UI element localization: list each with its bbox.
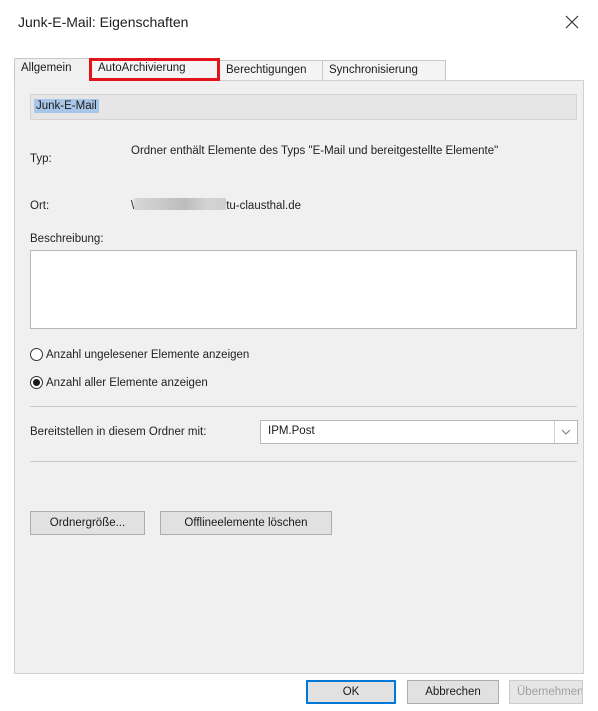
description-label: Beschreibung: <box>30 233 104 245</box>
redacted-block <box>134 198 227 210</box>
location-value: \ tu-clausthal.de <box>131 198 301 214</box>
separator <box>30 461 577 462</box>
clear-offline-items-button[interactable]: Offlineelemente löschen <box>160 511 332 535</box>
tab-allgemein[interactable]: Allgemein <box>14 58 90 81</box>
folder-name-field[interactable]: Junk-E-Mail <box>30 94 577 120</box>
folder-name-text: Junk-E-Mail <box>34 99 99 113</box>
type-label: Typ: <box>30 153 52 165</box>
radio-all-indicator[interactable] <box>30 376 43 389</box>
type-value: Ordner enthält Elemente des Typs "E-Mail… <box>131 145 499 157</box>
tab-synchronisierung[interactable]: Synchronisierung <box>322 60 446 80</box>
radio-unread-indicator[interactable] <box>30 348 43 361</box>
post-with-label: Bereitstellen in diesem Ordner mit: <box>30 426 207 438</box>
tab-berechtigungen[interactable]: Berechtigungen <box>219 60 323 80</box>
radio-unread-count[interactable]: Anzahl ungelesener Elemente anzeigen <box>30 348 249 361</box>
title-bar: Junk-E-Mail: Eigenschaften <box>0 0 598 48</box>
post-form-value: IPM.Post <box>268 425 315 437</box>
separator <box>30 406 577 407</box>
description-textarea[interactable] <box>30 250 577 329</box>
post-form-dropdown[interactable]: IPM.Post <box>260 420 578 444</box>
radio-all-count[interactable]: Anzahl aller Elemente anzeigen <box>30 376 208 389</box>
dropdown-arrow[interactable] <box>554 421 577 443</box>
window-title: Junk-E-Mail: Eigenschaften <box>18 14 189 30</box>
folder-size-button[interactable]: Ordnergröße... <box>30 511 145 535</box>
chevron-down-icon <box>561 429 571 435</box>
ok-button[interactable]: OK <box>306 680 396 704</box>
close-button[interactable] <box>556 6 588 38</box>
radio-unread-label: Anzahl ungelesener Elemente anzeigen <box>46 348 250 361</box>
close-icon <box>565 15 579 29</box>
apply-button[interactable]: Übernehmen <box>509 680 583 704</box>
cancel-button[interactable]: Abbrechen <box>407 680 499 704</box>
tab-autoarchivierung[interactable]: AutoArchivierung <box>89 58 220 81</box>
location-suffix: tu-clausthal.de <box>226 200 301 212</box>
radio-all-label: Anzahl aller Elemente anzeigen <box>46 376 208 389</box>
location-label: Ort: <box>30 200 50 212</box>
